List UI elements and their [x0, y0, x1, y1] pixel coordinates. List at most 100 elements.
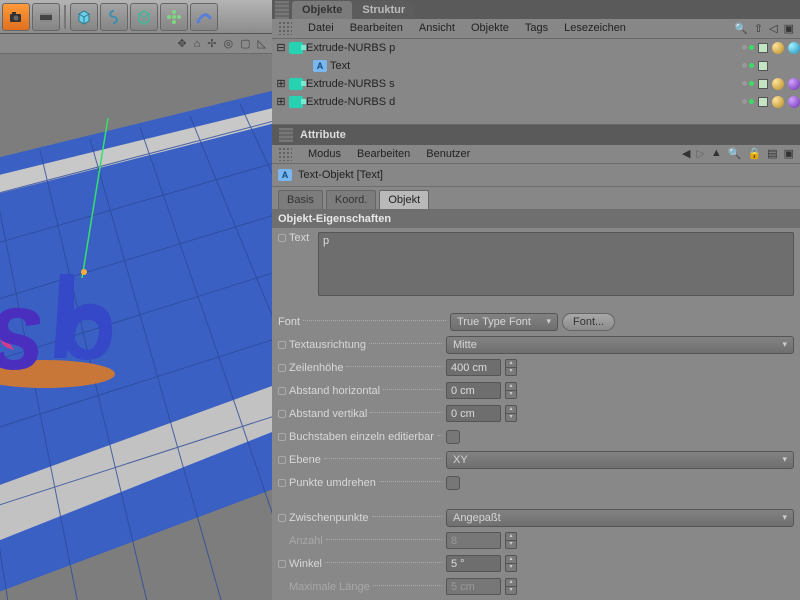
material-tag-icon[interactable] — [788, 42, 800, 54]
prop-count-label: Anzahl — [289, 535, 323, 547]
panel-grip-icon[interactable] — [278, 147, 292, 161]
menu-modus[interactable]: Modus — [308, 148, 341, 160]
home-icon[interactable]: ⇧ — [754, 22, 763, 35]
count-stepper: ▴▾ — [505, 532, 517, 549]
back-icon[interactable]: ◀ — [682, 147, 690, 160]
maxlen-stepper: ▴▾ — [505, 578, 517, 595]
editable-checkbox[interactable] — [446, 430, 460, 444]
tree-row-extrude-s[interactable]: ⊞ Extrude-NURBS s — [272, 75, 800, 93]
fwd-icon[interactable]: ▷ — [696, 147, 704, 160]
bend-tool-button[interactable] — [190, 3, 218, 31]
up-icon[interactable]: ▲ — [711, 147, 722, 160]
tree-expand-icon[interactable]: ⊞ — [276, 77, 286, 90]
font-type-dropdown[interactable]: True Type Font — [450, 313, 558, 331]
new-icon[interactable]: ▤ — [767, 147, 777, 160]
vspace-stepper[interactable]: ▴▾ — [505, 405, 517, 422]
main-toolbar — [0, 0, 272, 34]
prop-hspace-label: Abstand horizontal — [289, 385, 380, 397]
popout-icon[interactable]: ▣ — [784, 147, 794, 160]
tree-row-extrude-d[interactable]: ⊞ Extrude-NURBS d — [272, 93, 800, 111]
material-tag-icon[interactable] — [788, 96, 800, 108]
menu-lesezeichen[interactable]: Lesezeichen — [564, 22, 626, 34]
lineheight-stepper[interactable]: ▴▾ — [505, 359, 517, 376]
nav-max-icon[interactable]: ◺ — [258, 37, 266, 50]
attribute-menu-bar: Modus Bearbeiten Benutzer ◀ ▷ ▲ 🔍 🔒 ▤ ▣ — [272, 145, 800, 164]
hspace-stepper[interactable]: ▴▾ — [505, 382, 517, 399]
prev-icon[interactable]: ◁ — [769, 22, 777, 35]
prop-align-label: Textausrichtung — [289, 339, 366, 351]
hspace-input[interactable]: 0 cm — [446, 382, 501, 399]
lineheight-input[interactable]: 400 cm — [446, 359, 501, 376]
prop-font-label: Font — [278, 316, 300, 328]
lock-icon[interactable]: 🔒 — [747, 147, 761, 160]
visibility-check[interactable] — [758, 79, 768, 89]
text-object-icon: A — [278, 169, 292, 181]
tab-struktur[interactable]: Struktur — [352, 1, 415, 19]
menu-bearbeiten-attr[interactable]: Bearbeiten — [357, 148, 410, 160]
attribute-panel-title: Attribute — [300, 129, 346, 141]
panel-grip[interactable] — [279, 128, 293, 142]
popout-icon[interactable]: ▣ — [784, 22, 794, 35]
nav-plus-icon[interactable]: ✢ — [207, 37, 216, 50]
vspace-input[interactable]: 0 cm — [446, 405, 501, 422]
menu-ansicht[interactable]: Ansicht — [419, 22, 455, 34]
tree-row-text[interactable]: A Text — [272, 57, 800, 75]
count-input: 8 — [446, 532, 501, 549]
text-input[interactable]: p — [318, 232, 794, 296]
text-object-icon: A — [313, 60, 327, 72]
plane-dropdown[interactable]: XY — [446, 451, 794, 469]
search-icon[interactable]: 🔍 — [734, 22, 748, 35]
material-tag-icon[interactable] — [788, 78, 800, 90]
nav-move-icon[interactable]: ✥ — [177, 37, 186, 50]
panel-grip-icon[interactable] — [278, 21, 292, 35]
angle-stepper[interactable]: ▴▾ — [505, 555, 517, 572]
menu-benutzer[interactable]: Benutzer — [426, 148, 470, 160]
tab-koord[interactable]: Koord. — [326, 190, 376, 209]
reverse-checkbox[interactable] — [446, 476, 460, 490]
tab-basis[interactable]: Basis — [278, 190, 323, 209]
extrude-icon — [289, 96, 303, 108]
angle-input[interactable]: 5 ° — [446, 555, 501, 572]
search-icon[interactable]: 🔍 — [728, 147, 742, 160]
object-tree: ⊟ Extrude-NURBS p A Text ⊞ Extrude-NURBS… — [272, 39, 800, 126]
3d-viewport[interactable] — [0, 54, 272, 600]
menu-tags[interactable]: Tags — [525, 22, 548, 34]
material-tag-icon[interactable] — [772, 78, 784, 90]
visibility-check[interactable] — [758, 43, 768, 53]
menu-datei[interactable]: Datei — [308, 22, 334, 34]
flower-tool-button[interactable] — [160, 3, 188, 31]
visibility-check[interactable] — [758, 61, 768, 71]
camera-tool-button[interactable] — [2, 3, 30, 31]
object-type-label: Text-Objekt [Text] — [298, 169, 383, 181]
material-tag-icon[interactable] — [772, 96, 784, 108]
maxlen-input: 5 cm — [446, 578, 501, 595]
prop-lineheight-label: Zeilenhöhe — [289, 362, 343, 374]
prop-maxlen-label: Maximale Länge — [289, 581, 370, 593]
prop-editable-label: Buchstaben einzeln editierbar — [289, 431, 434, 443]
cube-tool-button[interactable] — [70, 3, 98, 31]
interp-dropdown[interactable]: Angepaßt — [446, 509, 794, 527]
nav-frame-icon[interactable]: ▢ — [240, 37, 250, 50]
tab-objekte[interactable]: Objekte — [292, 1, 352, 19]
align-dropdown[interactable]: Mitte — [446, 336, 794, 354]
section-header: Objekt-Eigenschaften — [272, 210, 800, 228]
panel-grip[interactable] — [275, 1, 289, 19]
film-tool-button[interactable] — [32, 3, 60, 31]
prop-angle-label: Winkel — [289, 558, 322, 570]
tab-objekt[interactable]: Objekt — [379, 190, 429, 209]
tree-row-extrude-p[interactable]: ⊟ Extrude-NURBS p — [272, 39, 800, 57]
prop-reverse-label: Punkte umdrehen — [289, 477, 376, 489]
tree-expand-icon[interactable]: ⊞ — [276, 95, 286, 108]
nav-target-icon[interactable]: ◎ — [224, 37, 234, 50]
spiral-tool-button[interactable] — [100, 3, 128, 31]
visibility-check[interactable] — [758, 97, 768, 107]
menu-bearbeiten[interactable]: Bearbeiten — [350, 22, 403, 34]
tree-collapse-icon[interactable]: ⊟ — [276, 41, 286, 54]
objekte-menu-bar: Datei Bearbeiten Ansicht Objekte Tags Le… — [272, 19, 800, 38]
material-tag-icon[interactable] — [772, 42, 784, 54]
prop-text-label: Text — [289, 232, 309, 244]
cube-wire-tool-button[interactable] — [130, 3, 158, 31]
menu-objekte[interactable]: Objekte — [471, 22, 509, 34]
font-picker-button[interactable]: Font... — [562, 313, 615, 331]
nav-home-icon[interactable]: ⌂ — [194, 38, 201, 50]
